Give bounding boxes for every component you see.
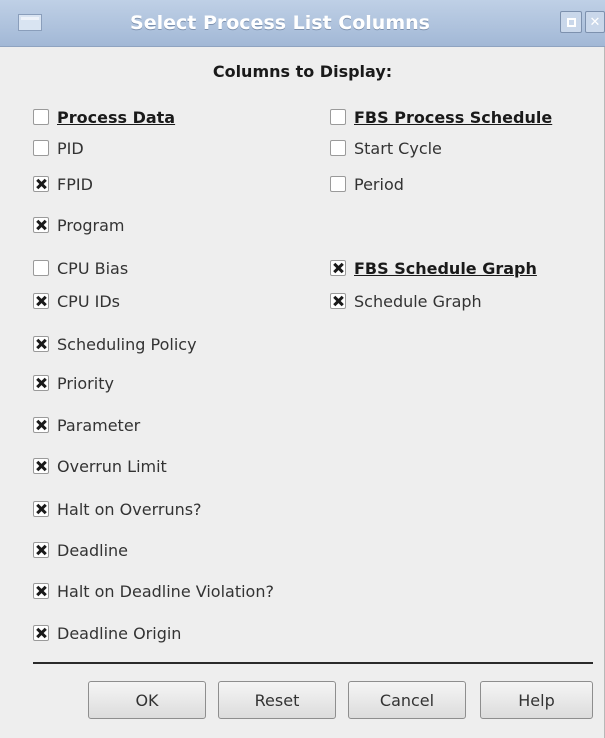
checkbox-icon: [330, 109, 346, 125]
checkbox-label: FBS Process Schedule: [354, 107, 553, 127]
checkbox-icon: [33, 176, 49, 192]
checkbox-label: Halt on Overruns?: [57, 499, 202, 519]
checkbox-label: Parameter: [57, 415, 141, 435]
checkbox-label: Overrun Limit: [57, 456, 167, 476]
checkbox-label: Process Data: [57, 107, 176, 127]
checkbox-scheduling-policy[interactable]: Scheduling Policy: [33, 333, 197, 355]
checkbox-fpid[interactable]: FPID: [33, 173, 93, 195]
checkbox-label: FPID: [57, 174, 93, 194]
maximize-icon: [566, 17, 576, 27]
checkbox-start-cycle[interactable]: Start Cycle: [330, 137, 442, 159]
checkbox-label: Scheduling Policy: [57, 334, 197, 354]
checkbox-icon: [33, 375, 49, 391]
checkbox-icon: [33, 458, 49, 474]
checkbox-label: Program: [57, 215, 125, 235]
help-button[interactable]: Help: [480, 681, 593, 719]
checkbox-cpu-bias[interactable]: CPU Bias: [33, 257, 128, 279]
columns-heading: Columns to Display:: [212, 62, 393, 81]
checkbox-icon: [33, 140, 49, 156]
window-menu-icon[interactable]: [18, 14, 42, 31]
checkbox-icon: [33, 625, 49, 641]
checkbox-halt-on-deadline-violation[interactable]: Halt on Deadline Violation?: [33, 580, 274, 602]
checkbox-icon: [33, 260, 49, 276]
checkbox-icon: [33, 583, 49, 599]
checkbox-schedule-graph[interactable]: Schedule Graph: [330, 290, 482, 312]
checkbox-icon: [33, 336, 49, 352]
checkbox-deadline-origin[interactable]: Deadline Origin: [33, 622, 181, 644]
checkbox-icon: [33, 293, 49, 309]
checkbox-icon: [330, 260, 346, 276]
checkbox-process-data[interactable]: Process Data: [33, 106, 175, 128]
checkbox-icon: [33, 217, 49, 233]
reset-button[interactable]: Reset: [218, 681, 336, 719]
checkbox-label: Start Cycle: [354, 138, 442, 158]
checkbox-label: Priority: [57, 373, 114, 393]
checkbox-pid[interactable]: PID: [33, 137, 84, 159]
separator: [33, 662, 593, 664]
title-bar[interactable]: Select Process List Columns ✕: [0, 0, 605, 47]
checkbox-icon: [33, 109, 49, 125]
checkbox-priority[interactable]: Priority: [33, 372, 114, 394]
checkbox-icon: [330, 176, 346, 192]
window-title: Select Process List Columns: [130, 12, 430, 34]
checkbox-icon: [33, 501, 49, 517]
checkbox-label: CPU IDs: [57, 291, 120, 311]
dialog-window: Select Process List Columns ✕ Columns to…: [0, 0, 605, 738]
checkbox-label: CPU Bias: [57, 258, 129, 278]
checkbox-icon: [330, 293, 346, 309]
checkbox-label: PID: [57, 138, 84, 158]
checkbox-program[interactable]: Program: [33, 214, 125, 236]
checkbox-icon: [330, 140, 346, 156]
checkbox-label: FBS Schedule Graph: [354, 258, 537, 278]
checkbox-label: Deadline Origin: [57, 623, 182, 643]
ok-button[interactable]: OK: [88, 681, 206, 719]
checkbox-fbs-schedule-graph[interactable]: FBS Schedule Graph: [330, 257, 537, 279]
checkbox-icon: [33, 417, 49, 433]
maximize-button[interactable]: [560, 11, 582, 33]
checkbox-icon: [33, 542, 49, 558]
checkbox-parameter[interactable]: Parameter: [33, 414, 140, 436]
close-button[interactable]: ✕: [585, 11, 605, 33]
cancel-button[interactable]: Cancel: [348, 681, 466, 719]
checkbox-fbs-process-schedule[interactable]: FBS Process Schedule: [330, 106, 552, 128]
checkbox-period[interactable]: Period: [330, 173, 404, 195]
checkbox-label: Schedule Graph: [354, 291, 482, 311]
checkbox-deadline[interactable]: Deadline: [33, 539, 128, 561]
checkbox-halt-on-overruns[interactable]: Halt on Overruns?: [33, 498, 202, 520]
checkbox-label: Period: [354, 174, 404, 194]
checkbox-label: Deadline: [57, 540, 128, 560]
checkbox-overrun-limit[interactable]: Overrun Limit: [33, 455, 167, 477]
checkbox-label: Halt on Deadline Violation?: [57, 581, 274, 601]
checkbox-cpu-ids[interactable]: CPU IDs: [33, 290, 120, 312]
close-icon: ✕: [589, 14, 601, 30]
